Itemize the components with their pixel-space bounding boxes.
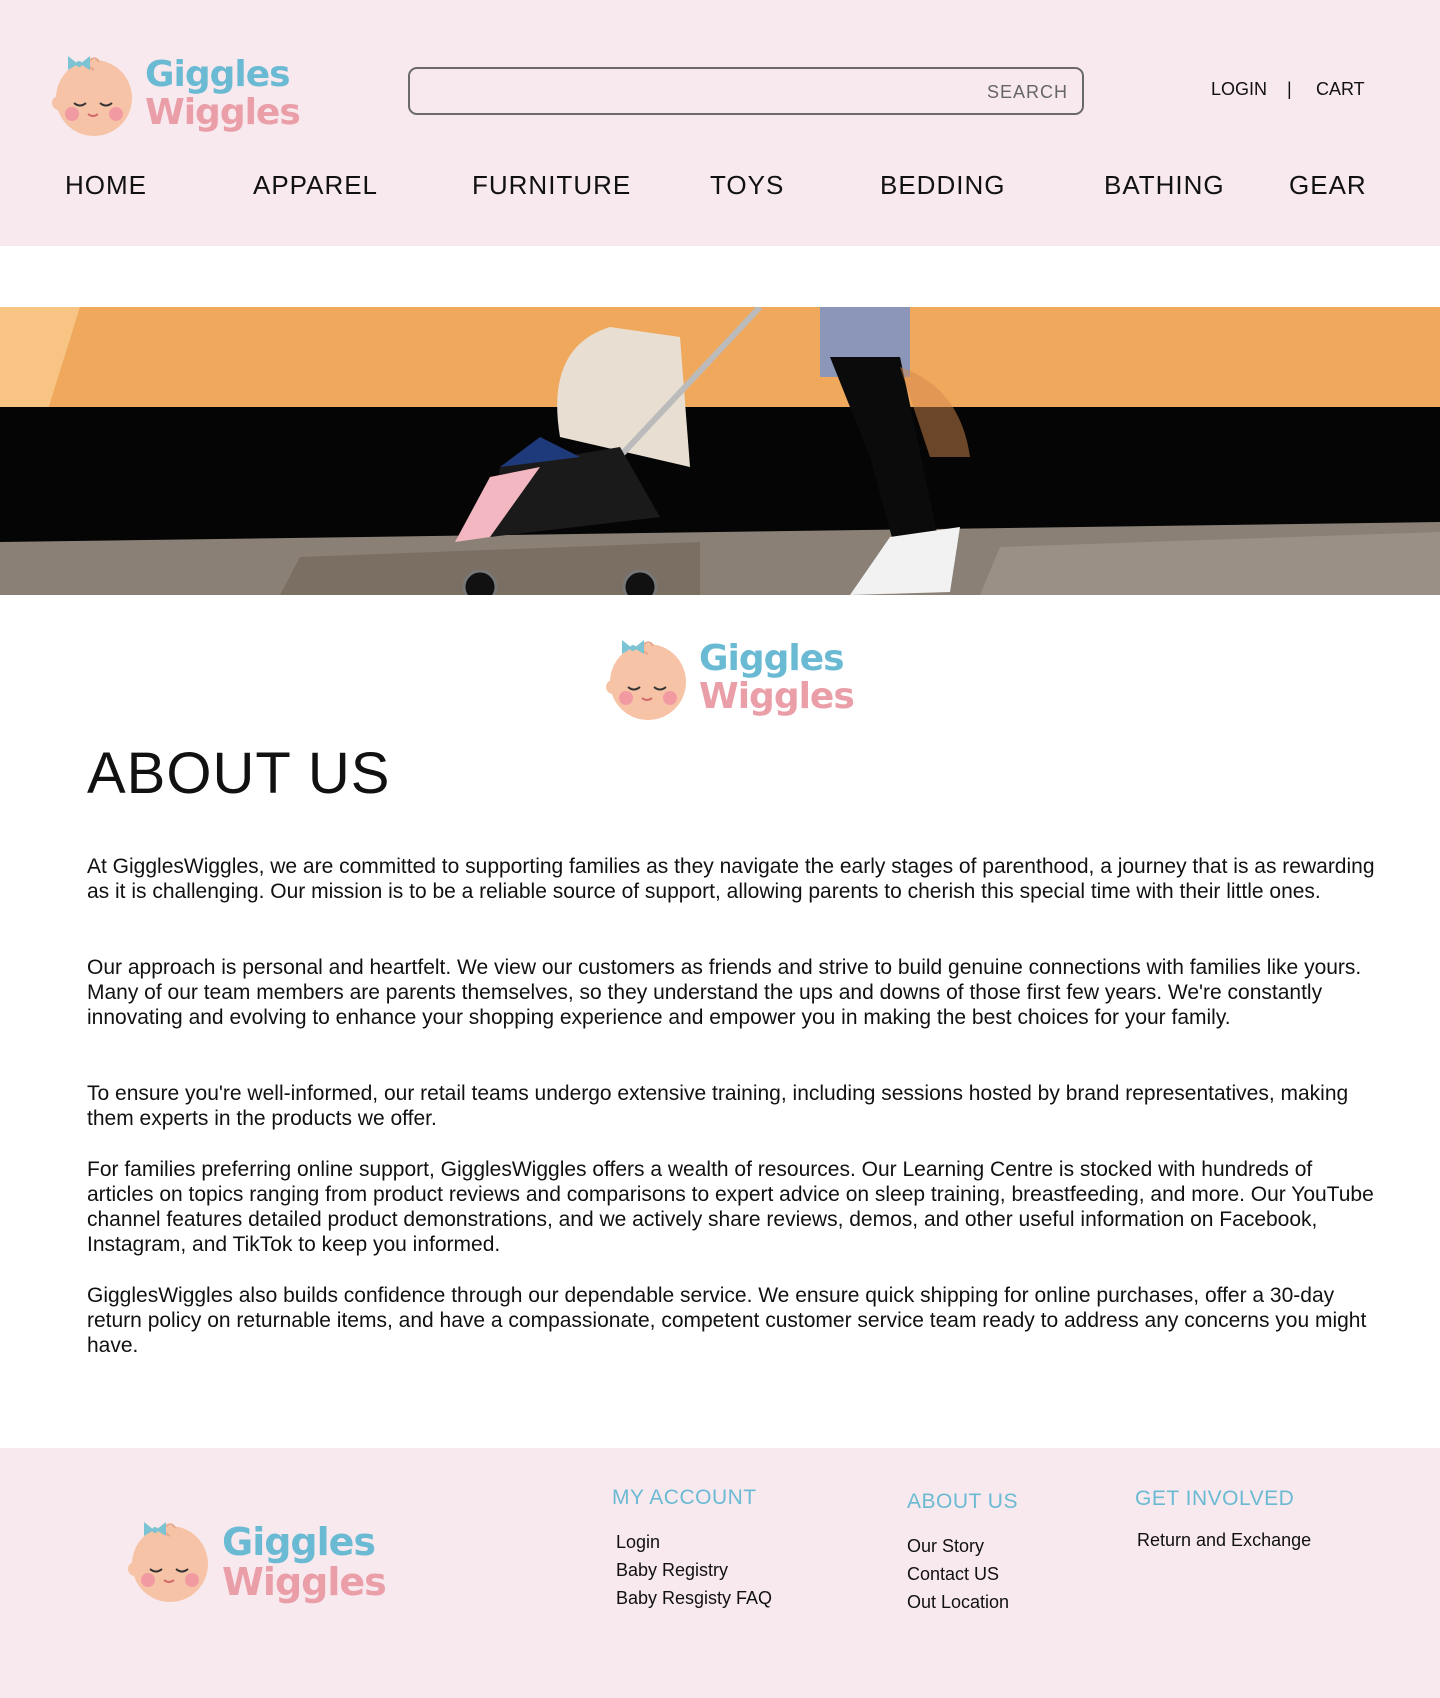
footer-logo[interactable]: Giggles Wiggles xyxy=(126,1510,387,1606)
account-separator: | xyxy=(1287,79,1292,99)
nav-bathing[interactable]: BATHING xyxy=(1104,170,1225,201)
nav-home[interactable]: HOME xyxy=(65,170,147,201)
about-paragraph: Our approach is personal and heartfelt. … xyxy=(87,956,1362,1029)
nav-bedding[interactable]: BEDDING xyxy=(880,170,1005,201)
logo-text-wiggles: Wiggles xyxy=(145,92,301,133)
site-header: Giggles Wiggles SEARCH LOGIN | CART HOME… xyxy=(0,0,1440,246)
footer-link-baby-registry-faq[interactable]: Baby Resgisty FAQ xyxy=(616,1588,772,1609)
baby-face-icon xyxy=(606,640,686,720)
about-logo: Giggles Wiggles xyxy=(604,632,855,724)
about-paragraph: To ensure you're well-informed, our reta… xyxy=(87,1082,1349,1130)
logo-text-wiggles: Wiggles xyxy=(222,1560,387,1604)
logo-text-giggles: Giggles xyxy=(222,1520,376,1564)
about-paragraph: GigglesWiggles also builds confidence th… xyxy=(87,1284,1367,1357)
logo-text-giggles: Giggles xyxy=(145,54,291,95)
about-paragraph: For families preferring online support, … xyxy=(87,1158,1374,1256)
search-input[interactable]: SEARCH xyxy=(408,67,1084,115)
site-footer: Giggles Wiggles MY ACCOUNT Login Baby Re… xyxy=(0,1448,1440,1698)
footer-link-baby-registry[interactable]: Baby Registry xyxy=(616,1560,728,1581)
footer-link-contact-us[interactable]: Contact US xyxy=(907,1564,999,1585)
hero-image xyxy=(0,307,1440,595)
about-paragraph: At GigglesWiggles, we are committed to s… xyxy=(87,855,1375,903)
login-link[interactable]: LOGIN xyxy=(1211,79,1267,100)
header-logo[interactable]: Giggles Wiggles xyxy=(50,48,301,140)
nav-furniture[interactable]: FURNITURE xyxy=(472,170,631,201)
cart-link[interactable]: CART xyxy=(1316,79,1365,100)
baby-face-icon xyxy=(128,1522,208,1602)
footer-heading-my-account: MY ACCOUNT xyxy=(612,1486,757,1509)
nav-toys[interactable]: TOYS xyxy=(710,170,784,201)
stroller-photo xyxy=(0,307,1440,595)
page-title: ABOUT US xyxy=(87,741,391,806)
footer-link-login[interactable]: Login xyxy=(616,1532,660,1553)
logo-text-giggles: Giggles xyxy=(699,638,845,679)
baby-face-icon xyxy=(52,56,132,136)
footer-heading-get-involved: GET INVOLVED xyxy=(1135,1487,1295,1510)
logo-text-wiggles: Wiggles xyxy=(699,676,855,717)
footer-link-return-exchange[interactable]: Return and Exchange xyxy=(1137,1530,1311,1551)
footer-heading-about-us: ABOUT US xyxy=(907,1490,1018,1513)
nav-gear[interactable]: GEAR xyxy=(1289,170,1367,201)
nav-apparel[interactable]: APPAREL xyxy=(253,170,378,201)
footer-link-our-story[interactable]: Our Story xyxy=(907,1536,984,1557)
search-label[interactable]: SEARCH xyxy=(987,82,1068,103)
footer-link-out-location[interactable]: Out Location xyxy=(907,1592,1009,1613)
